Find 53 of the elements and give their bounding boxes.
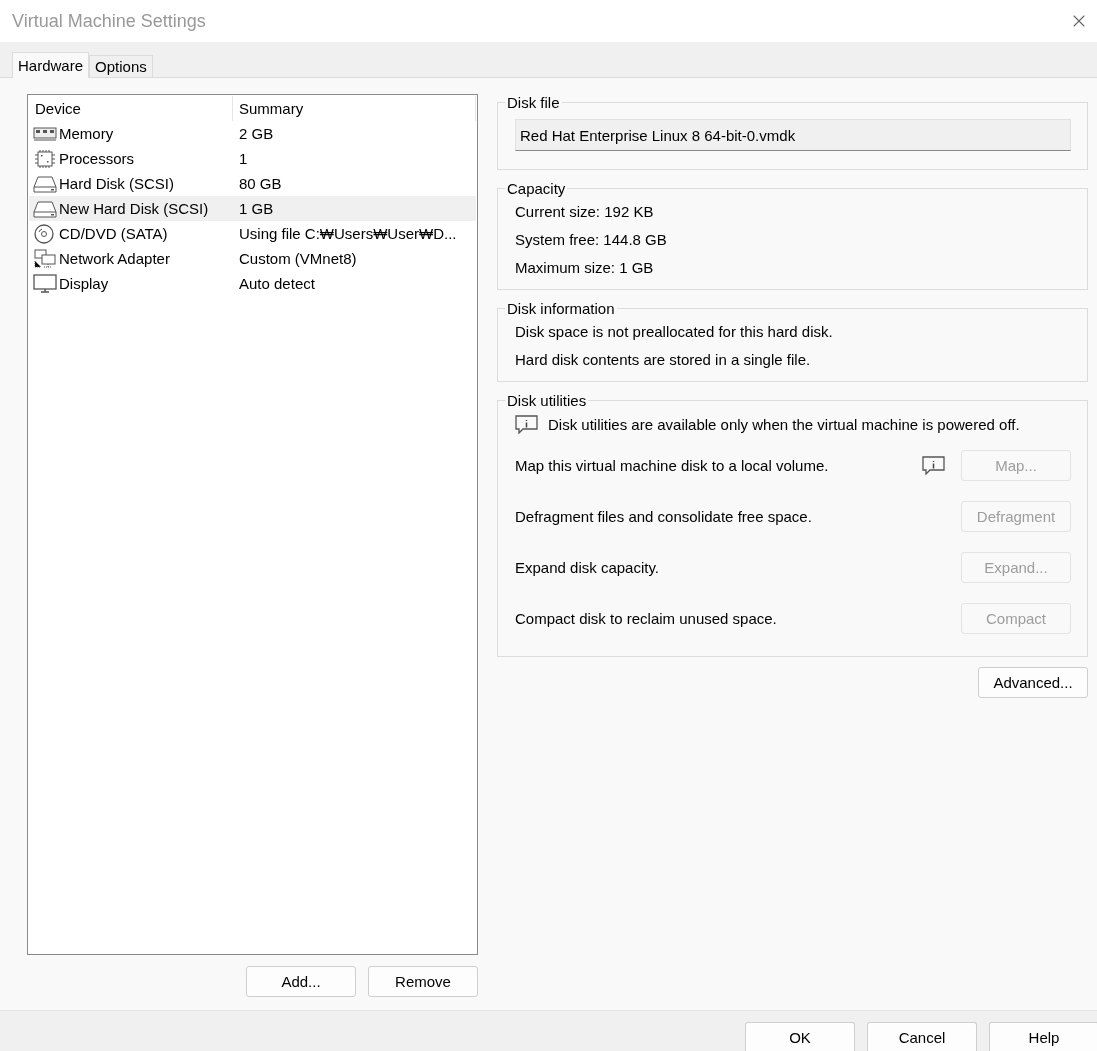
device-summary: 1 bbox=[238, 150, 249, 167]
device-row[interactable]: Memory 2 GB bbox=[29, 121, 476, 146]
group-title: Disk information bbox=[506, 300, 616, 317]
device-name: New Hard Disk (SCSI) bbox=[59, 200, 209, 217]
device-summary: Custom (VMnet8) bbox=[238, 250, 358, 267]
tab[interactable]: Options bbox=[89, 55, 153, 77]
dialog-button[interactable]: Cancel bbox=[867, 1022, 977, 1051]
monitor-icon bbox=[33, 273, 57, 294]
disc-icon bbox=[33, 223, 57, 244]
device-summary: Auto detect bbox=[238, 275, 316, 292]
device-summary: 1 GB bbox=[238, 200, 275, 217]
device-name: Hard Disk (SCSI) bbox=[59, 175, 174, 192]
utility-label: Map this virtual machine disk to a local volume. bbox=[515, 457, 830, 474]
device-row[interactable]: Network Adapter Custom (VMnet8) bbox=[29, 246, 476, 271]
device-summary: 80 GB bbox=[238, 175, 283, 192]
window-title: Virtual Machine Settings bbox=[12, 10, 206, 32]
dialog-button[interactable]: Help bbox=[989, 1022, 1097, 1051]
device-name: Processors bbox=[59, 150, 135, 167]
utility-label: Expand disk capacity. bbox=[515, 559, 660, 576]
group-title: Disk file bbox=[506, 94, 561, 111]
device-name: Network Adapter bbox=[59, 250, 170, 267]
processor-chip-icon bbox=[33, 148, 57, 169]
info-text: Hard disk contents are stored in a single file. bbox=[515, 351, 812, 369]
capacity-text: Maximum size: 1 GB bbox=[515, 259, 655, 277]
device-row[interactable]: Hard Disk (SCSI) 80 GB bbox=[29, 171, 476, 196]
group-title: Disk utilities bbox=[506, 392, 588, 409]
device-name: CD/DVD (SATA) bbox=[59, 225, 168, 242]
network-computers-icon bbox=[33, 248, 57, 269]
info-text: Disk space is not preallocated for this hard disk. bbox=[515, 323, 834, 341]
list-button[interactable]: Remove bbox=[368, 966, 478, 997]
group-title: Capacity bbox=[506, 180, 567, 197]
info-bubble-icon bbox=[515, 415, 538, 434]
dialog-button[interactable]: OK bbox=[745, 1022, 855, 1051]
device-summary: 2 GB bbox=[238, 125, 275, 142]
capacity-text: Current size: 192 KB bbox=[515, 203, 655, 221]
column-header[interactable]: Summary bbox=[239, 100, 304, 117]
utility-label: Defragment files and consolidate free space. bbox=[515, 508, 813, 525]
utility-label: Compact disk to reclaim unused space. bbox=[515, 610, 778, 627]
advanced-button[interactable]: Advanced... bbox=[978, 667, 1088, 698]
disk-file-field[interactable]: Red Hat Enterprise Linux 8 64-bit-0.vmdk bbox=[515, 119, 1071, 151]
device-row[interactable]: CD/DVD (SATA) Using file C:₩Users₩User₩D... bbox=[29, 221, 476, 246]
column-header[interactable]: Device bbox=[35, 100, 81, 117]
capacity-text: System free: 144.8 GB bbox=[515, 231, 668, 249]
device-row[interactable]: New Hard Disk (SCSI) 1 GB bbox=[29, 196, 476, 221]
notice-text: Disk utilities are available only when the virtual machine is powered off. bbox=[548, 415, 1020, 434]
device-summary: Using file C:₩Users₩User₩D... bbox=[238, 225, 458, 242]
memory-chip-icon bbox=[33, 124, 57, 143]
device-name: Display bbox=[59, 275, 109, 292]
tab[interactable]: Hardware bbox=[12, 52, 90, 78]
device-name: Memory bbox=[59, 125, 114, 142]
list-button[interactable]: Add... bbox=[246, 966, 356, 997]
device-row[interactable]: Display Auto detect bbox=[29, 271, 476, 296]
device-row[interactable]: Processors 1 bbox=[29, 146, 476, 171]
